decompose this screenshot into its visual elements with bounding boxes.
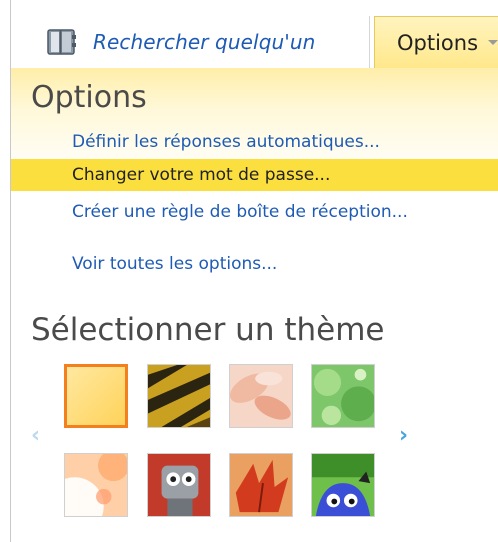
theme-autumn-image — [230, 454, 292, 516]
options-menu: Options Définir les réponses automatique… — [11, 68, 498, 542]
theme-thumbnail[interactable] — [64, 453, 128, 517]
theme-thumbnail[interactable] — [229, 364, 293, 428]
theme-thumbnail[interactable] — [311, 364, 375, 428]
theme-sunny-image — [67, 367, 125, 425]
options-tab[interactable]: Options — [374, 16, 498, 68]
theme-petals-image — [230, 365, 292, 427]
see-all-options-link[interactable]: Voir toutes les options... — [72, 254, 277, 274]
options-heading: Options — [31, 80, 147, 115]
options-tab-label: Options — [397, 30, 479, 55]
theme-bubbles-image — [65, 454, 127, 516]
search-label: Rechercher quelqu'un — [93, 30, 316, 54]
theme-thumbnail[interactable] — [147, 453, 211, 517]
select-theme-heading: Sélectionner un thème — [31, 312, 385, 348]
theme-thumbnail[interactable] — [311, 453, 375, 517]
search-people-tab[interactable]: Rechercher quelqu'un — [11, 16, 370, 68]
theme-tiger-image — [148, 365, 210, 427]
options-panel: Rechercher quelqu'un Options Options Déf… — [10, 0, 498, 542]
chevron-right-icon[interactable]: › — [399, 423, 408, 448]
theme-monster-image — [312, 454, 374, 516]
theme-thumbnail[interactable] — [229, 453, 293, 517]
address-book-icon — [47, 29, 76, 55]
theme-leaves-image — [312, 365, 374, 427]
theme-thumbnail[interactable] — [64, 364, 128, 428]
chevron-left-icon[interactable]: ‹ — [31, 423, 40, 448]
automatic-replies-link[interactable]: Définir les réponses automatiques... — [72, 132, 380, 152]
chevron-down-icon — [488, 40, 498, 45]
change-password-link[interactable]: Changer votre mot de passe... — [72, 165, 330, 185]
theme-thumbnail[interactable] — [147, 364, 211, 428]
theme-robot-image — [148, 454, 210, 516]
create-inbox-rule-link[interactable]: Créer une règle de boîte de réception... — [72, 202, 408, 222]
